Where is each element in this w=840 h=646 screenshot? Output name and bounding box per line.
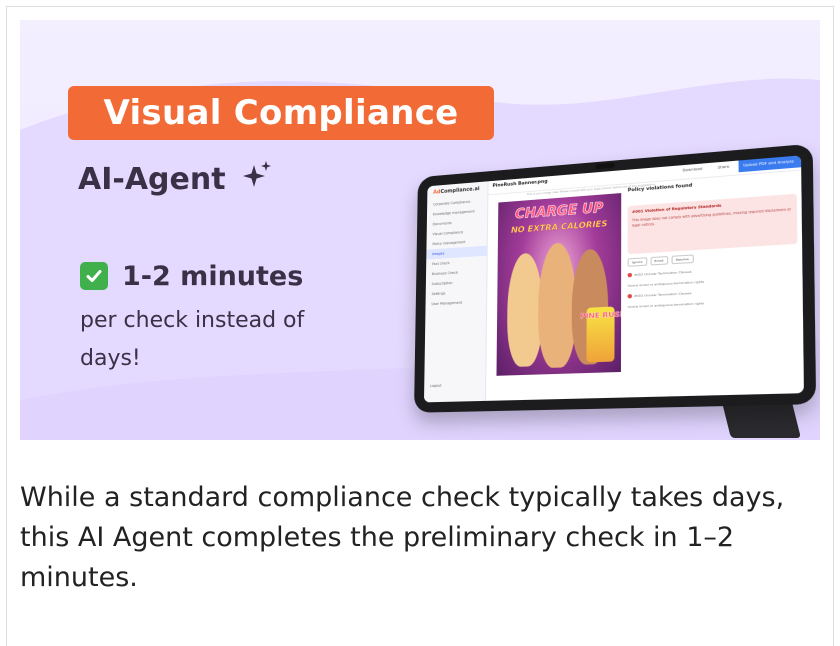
alert-dot-icon — [627, 272, 632, 278]
subtitle-text: AI-Agent — [78, 162, 226, 197]
camera-notch — [595, 162, 615, 170]
logout-button[interactable]: Logout — [430, 384, 442, 388]
sidebar-item-user-management[interactable]: User Management — [425, 296, 486, 309]
ignore-button[interactable]: Ignore — [627, 257, 647, 267]
tablet-mockup: AdCompliance.ai Corporate Compliance Kno… — [376, 143, 817, 440]
alert-dot-icon — [627, 293, 632, 299]
caption-text: While a standard compliance check typica… — [20, 482, 785, 593]
clause-title: #003 Unclear Termination Clauses — [634, 290, 692, 299]
app-logo-suffix: Compliance.ai — [440, 185, 480, 196]
app-sidebar: AdCompliance.ai Corporate Compliance Kno… — [423, 181, 489, 403]
clause-description: Overly broad or ambiguous termination ri… — [627, 301, 705, 310]
violation-card[interactable]: #001 Violation of Regulatory Standards T… — [627, 193, 798, 255]
can-label: PINE RUSH — [580, 310, 622, 321]
sparkle-icon — [242, 159, 272, 203]
promo-banner: Visual Compliance AI-Agent 1-2 minutes p… — [20, 20, 820, 440]
minutes-row: 1-2 minutes — [80, 256, 303, 296]
tablet-device: AdCompliance.ai Corporate Compliance Kno… — [413, 143, 817, 413]
minutes-text: 1-2 minutes — [122, 260, 304, 292]
clause-item[interactable]: #003 Unclear Termination Clauses — [627, 286, 798, 299]
resolve-button[interactable]: Resolve — [671, 254, 694, 265]
tablet-screen: AdCompliance.ai Corporate Compliance Kno… — [423, 155, 804, 403]
clause-title: #002 Unclear Termination Clauses — [634, 269, 692, 277]
person-center — [537, 241, 577, 369]
banner-subtitle: AI-Agent — [78, 158, 272, 202]
banner-title: Visual Compliance — [68, 86, 494, 140]
upload-button[interactable]: Upload PDF and Analyze — [738, 155, 802, 173]
check-mark-icon — [80, 262, 108, 290]
per-check-text: per check instead of days! — [80, 308, 305, 371]
share-button[interactable]: Share — [718, 164, 730, 169]
email-button[interactable]: Email — [650, 255, 669, 266]
ad-poster-image: CHARGE UP NO EXTRA CALORIES PINE RUSH — [496, 193, 622, 376]
file-name: PineRush Banner.png — [492, 179, 548, 189]
download-button[interactable]: Download — [682, 167, 702, 173]
policy-panel: Policy violations found #001 Violation o… — [628, 175, 800, 393]
